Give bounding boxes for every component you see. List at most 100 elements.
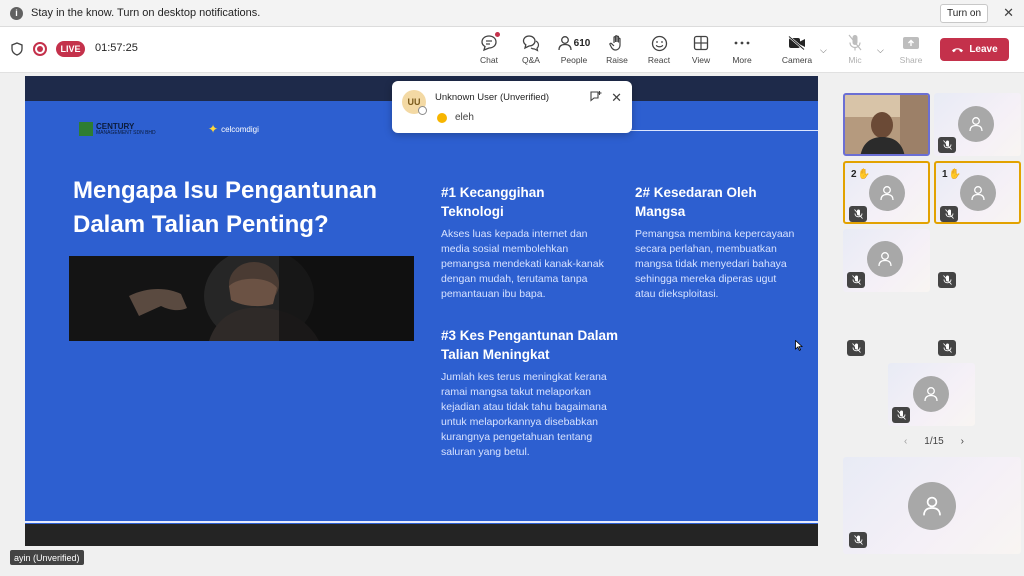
mic-button[interactable]: Mic (835, 33, 875, 69)
camera-button[interactable]: Camera (777, 33, 817, 69)
shield-icon[interactable] (11, 42, 23, 61)
smiley-icon (651, 33, 668, 53)
leave-label: Leave (969, 44, 998, 55)
grid-view-icon (693, 33, 709, 53)
chat-message-text: eleh (455, 112, 474, 123)
slide-bottom-band (25, 524, 818, 546)
qa-icon (522, 33, 540, 53)
react-button[interactable]: React (639, 33, 679, 69)
more-button[interactable]: More (722, 33, 762, 69)
chat-sender-name: Unknown User (Unverified) (435, 92, 550, 103)
avatar (867, 241, 903, 277)
people-button[interactable]: 610 People (554, 33, 594, 69)
previous-page-chevron-icon[interactable]: ‹ (904, 436, 907, 447)
page-indicator: 1/15 (924, 436, 944, 447)
people-label: People (560, 55, 588, 65)
century-logo: CENTURY MANAGEMENT SDN BHD (79, 122, 156, 136)
century-logo-mark-icon (79, 122, 93, 136)
participant-video-feed (845, 95, 928, 154)
hang-up-icon (952, 48, 964, 53)
leave-button[interactable]: Leave (940, 38, 1009, 61)
view-label: View (691, 55, 711, 65)
chat-notification-toast[interactable]: UU Unknown User (Unverified) eleh ✕ (392, 81, 632, 133)
qa-button[interactable]: Q&A (511, 33, 551, 69)
participant-tile-hand-raised[interactable]: 2 ✋ (843, 161, 930, 224)
live-badge: LIVE (56, 41, 85, 57)
avatar (913, 376, 949, 412)
raise-label: Raise (606, 55, 628, 65)
share-button[interactable]: Share (891, 33, 931, 69)
avatar (960, 175, 996, 211)
muted-mic-icon (938, 340, 956, 356)
muted-mic-icon (847, 272, 865, 288)
point-2-body: Pemangsa membina kepercayaan secara perl… (635, 228, 795, 300)
hand-icon: ✋ (948, 169, 962, 180)
self-view-tile[interactable] (843, 457, 1021, 554)
presenter-name-label: ayin (Unverified) (10, 550, 84, 565)
hand-raise-order: 2 (851, 169, 857, 180)
share-label: Share (899, 55, 923, 65)
chat-button[interactable]: Chat (469, 32, 509, 69)
mic-options-chevron-icon[interactable]: ⌵ (877, 45, 884, 56)
gallery-pager: ‹ 1/15 › (904, 436, 964, 447)
sad-face-emoji-icon (437, 113, 447, 123)
muted-mic-icon (847, 340, 865, 356)
participant-video-tile[interactable] (843, 93, 930, 156)
meeting-timer: 01:57:25 (95, 42, 138, 54)
muted-mic-icon (938, 137, 956, 153)
more-label: More (732, 55, 752, 65)
chat-label: Chat (480, 55, 498, 65)
celcomdigi-logo: ✦ celcomdigi (208, 122, 259, 136)
camera-off-icon (788, 33, 806, 53)
slide-title: Mengapa Isu Pengantunan Dalam Talian Pen… (73, 177, 378, 238)
hand-icon: ✋ (857, 169, 871, 180)
add-reaction-icon[interactable] (589, 90, 602, 108)
mouse-cursor-icon (795, 338, 803, 356)
avatar (869, 175, 905, 211)
point-1-body: Akses luas kepada internet dan media sos… (441, 228, 604, 300)
celcomdigi-star-icon: ✦ (208, 122, 219, 136)
notification-message: Stay in the know. Turn on desktop notifi… (31, 7, 261, 19)
avatar (958, 106, 994, 142)
muted-mic-icon (940, 206, 958, 222)
more-dots-icon (734, 33, 750, 53)
people-count: 610 (573, 37, 591, 49)
view-button[interactable]: View (681, 33, 721, 69)
mic-off-icon (848, 33, 862, 53)
hand-raised-badge: 1 ✋ (942, 169, 961, 180)
point-3-body: Jumlah kes terus meningkat kerana ramai … (441, 371, 607, 458)
slide-bottom-line (25, 521, 818, 523)
avatar: UU (402, 90, 427, 115)
muted-mic-icon (849, 532, 867, 548)
participant-tile[interactable] (843, 229, 930, 292)
info-icon: i (10, 6, 23, 20)
point-1-heading: #1 Kecanggihan Teknologi (441, 185, 545, 219)
hand-raised-badge: 2 ✋ (851, 169, 870, 180)
participant-tile[interactable] (934, 93, 1021, 156)
close-icon[interactable]: ✕ (611, 90, 622, 106)
chat-icon (480, 32, 500, 53)
hand-raise-order: 1 (942, 169, 948, 180)
participant-tile-hand-raised[interactable]: 1 ✋ (934, 161, 1021, 224)
raise-hand-button[interactable]: Raise (597, 33, 637, 69)
next-page-chevron-icon[interactable]: › (961, 436, 964, 447)
react-label: React (647, 55, 671, 65)
qa-label: Q&A (522, 55, 540, 65)
camera-options-chevron-icon[interactable]: ⌵ (820, 45, 827, 56)
turn-on-notifications-button[interactable]: Turn on (940, 4, 988, 23)
point-2-heading: 2# Kesedaran Oleh Mangsa (635, 185, 757, 219)
notification-bar: i Stay in the know. Turn on desktop noti… (0, 0, 1024, 27)
mic-label: Mic (848, 55, 862, 65)
shared-slide: CENTURY MANAGEMENT SDN BHD ✦ celcomdigi … (25, 76, 818, 546)
point-3-heading: #3 Kes Pengantunan Dalam Talian Meningka… (441, 328, 619, 362)
participant-tile[interactable] (888, 363, 975, 426)
close-icon[interactable]: ✕ (1003, 5, 1014, 21)
celcomdigi-logo-text: celcomdigi (221, 124, 259, 134)
meeting-toolbar: LIVE 01:57:25 Chat Q&A 610 People Raise … (0, 27, 1024, 73)
people-icon: 610 (558, 33, 591, 53)
share-screen-icon (902, 33, 920, 53)
century-logo-subtext: MANAGEMENT SDN BHD (96, 129, 156, 136)
slide-photo (69, 256, 414, 341)
avatar (908, 482, 956, 530)
muted-mic-icon (938, 272, 956, 288)
